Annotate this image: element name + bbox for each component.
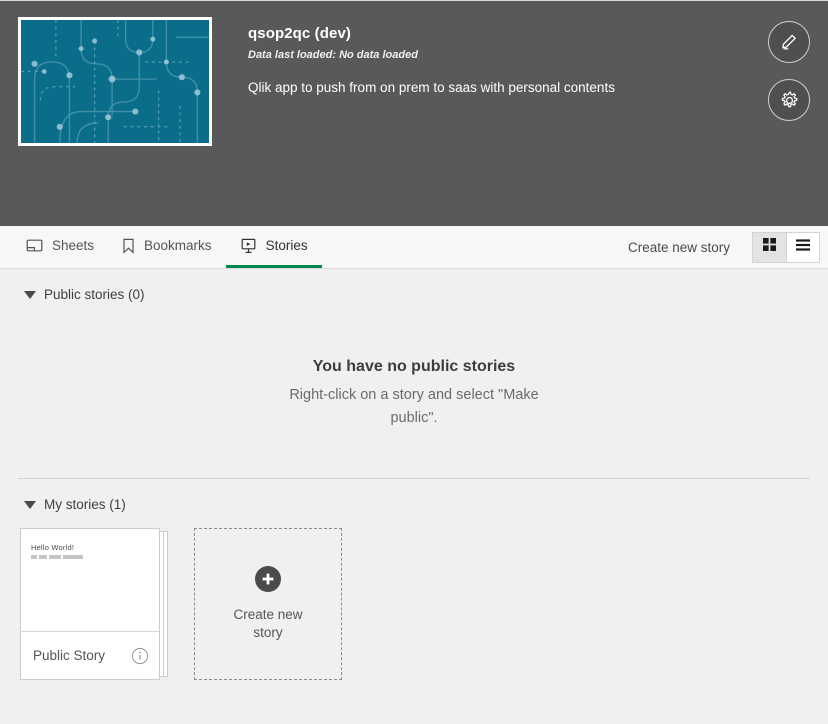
app-info: qsop2qc (dev) Data last loaded: No data …: [248, 17, 615, 97]
gear-icon: [779, 90, 800, 111]
public-stories-title: Public stories (0): [44, 287, 145, 302]
create-new-story-tile[interactable]: Create new story: [194, 528, 342, 680]
story-card[interactable]: Hello World! Public Story: [20, 528, 168, 680]
chevron-down-icon: [24, 500, 36, 509]
story-name: Public Story: [33, 648, 106, 663]
app-thumbnail-artwork: [21, 20, 209, 143]
header-actions: [768, 21, 810, 121]
tab-bookmarks[interactable]: Bookmarks: [108, 226, 226, 268]
tab-stories[interactable]: Stories: [225, 226, 322, 268]
pencil-icon: [779, 32, 799, 52]
grid-view-icon: [762, 237, 777, 257]
app-title: qsop2qc (dev): [248, 25, 351, 42]
tab-bar-actions: Create new story: [612, 226, 828, 268]
list-view-button[interactable]: [786, 232, 819, 262]
my-stories-title: My stories (1): [44, 497, 126, 512]
view-toggle: [752, 231, 820, 263]
tab-stories-label: Stories: [265, 238, 308, 253]
tab-sheets-label: Sheets: [52, 238, 95, 253]
empty-state-title: You have no public stories: [312, 358, 516, 375]
app-settings-button[interactable]: [768, 79, 810, 121]
edit-app-button[interactable]: [768, 21, 810, 63]
my-stories-section-header[interactable]: My stories (1): [18, 479, 810, 512]
story-thumbnail-subtitle: [31, 555, 83, 559]
app-description: Qlik app to push from on prem to saas wi…: [248, 80, 615, 95]
grid-view-button[interactable]: [753, 232, 786, 262]
story-thumbnail-title: Hello World!: [31, 543, 75, 552]
empty-state-message: Right-click on a story and select "Make …: [289, 387, 539, 426]
public-stories-empty-state: You have no public stories Right-click o…: [18, 302, 810, 430]
public-stories-section-header[interactable]: Public stories (0): [18, 269, 810, 302]
tab-sheets[interactable]: Sheets: [12, 226, 108, 268]
app-last-loaded: Data last loaded: No data loaded: [248, 49, 418, 61]
app-thumbnail: [18, 17, 212, 146]
create-new-story-tile-label: Create new story: [233, 607, 303, 640]
plus-circle-icon: [255, 566, 281, 592]
app-header: qsop2qc (dev) Data last loaded: No data …: [0, 0, 828, 226]
bookmark-icon: [122, 238, 135, 254]
chevron-down-icon: [24, 290, 36, 299]
tab-bookmarks-label: Bookmarks: [144, 238, 212, 253]
stories-tile-grid: Hello World! Public Story Create new sto…: [18, 512, 810, 680]
story-icon: [240, 238, 257, 254]
story-card-main[interactable]: Hello World! Public Story: [20, 528, 160, 680]
story-card-footer: Public Story: [21, 632, 159, 679]
tab-bar: Sheets Bookmarks Stories Create new stor…: [0, 226, 828, 269]
content-area: Public stories (0) You have no public st…: [0, 269, 828, 724]
create-new-story-link[interactable]: Create new story: [612, 240, 746, 255]
sheet-icon: [26, 238, 43, 253]
story-thumbnail: Hello World!: [21, 529, 159, 632]
info-icon[interactable]: [131, 647, 149, 665]
list-view-icon: [795, 238, 811, 257]
